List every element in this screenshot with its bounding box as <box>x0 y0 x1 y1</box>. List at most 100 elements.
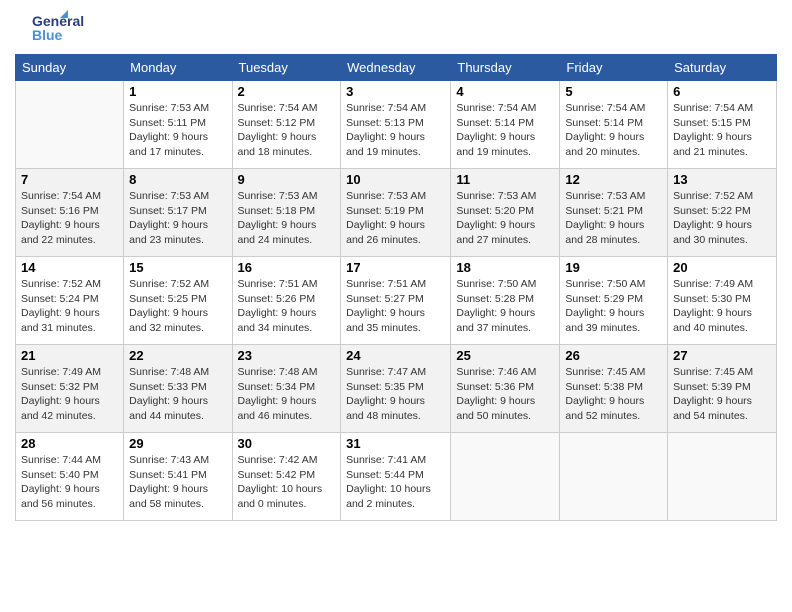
calendar-cell: 30 Sunrise: 7:42 AMSunset: 5:42 PMDayligh… <box>232 433 341 521</box>
day-number: 22 <box>129 348 226 363</box>
calendar-cell: 28 Sunrise: 7:44 AMSunset: 5:40 PMDayligh… <box>16 433 124 521</box>
day-number: 30 <box>238 436 336 451</box>
day-info: Sunrise: 7:41 AMSunset: 5:44 PMDaylight:… <box>346 453 445 512</box>
logo-icon: General Blue <box>15 10 85 46</box>
calendar-cell: 31Sunrise: 7:41 AMSunset: 5:44 PMDayligh… <box>341 433 451 521</box>
calendar-cell <box>668 433 777 521</box>
day-info: Sunrise: 7:48 AMSunset: 5:34 PMDaylight:… <box>238 365 336 424</box>
week-row-3: 14 Sunrise: 7:52 AMSunset: 5:24 PMDayligh… <box>16 257 777 345</box>
day-number: 27 <box>673 348 771 363</box>
day-info: Sunrise: 7:50 AMSunset: 5:29 PMDaylight:… <box>565 277 662 336</box>
day-info: Sunrise: 7:51 AMSunset: 5:27 PMDaylight:… <box>346 277 445 336</box>
calendar-cell: 9 Sunrise: 7:53 AMSunset: 5:18 PMDaylight… <box>232 169 341 257</box>
weekday-header-wednesday: Wednesday <box>341 55 451 81</box>
calendar-cell <box>16 81 124 169</box>
calendar-cell: 18Sunrise: 7:50 AMSunset: 5:28 PMDayligh… <box>451 257 560 345</box>
day-info: Sunrise: 7:54 AMSunset: 5:14 PMDaylight:… <box>565 101 662 160</box>
day-number: 9 <box>238 172 336 187</box>
day-number: 28 <box>21 436 118 451</box>
day-number: 11 <box>456 172 554 187</box>
day-info: Sunrise: 7:52 AMSunset: 5:24 PMDaylight:… <box>21 277 118 336</box>
week-row-5: 28 Sunrise: 7:44 AMSunset: 5:40 PMDayligh… <box>16 433 777 521</box>
day-info: Sunrise: 7:43 AMSunset: 5:41 PMDaylight:… <box>129 453 226 512</box>
calendar-cell: 16 Sunrise: 7:51 AMSunset: 5:26 PMDayligh… <box>232 257 341 345</box>
day-info: Sunrise: 7:54 AMSunset: 5:16 PMDaylight:… <box>21 189 118 248</box>
calendar-cell: 11 Sunrise: 7:53 AMSunset: 5:20 PMDayligh… <box>451 169 560 257</box>
calendar-cell: 24 Sunrise: 7:47 AMSunset: 5:35 PMDayligh… <box>341 345 451 433</box>
day-number: 2 <box>238 84 336 99</box>
day-number: 4 <box>456 84 554 99</box>
day-info: Sunrise: 7:42 AMSunset: 5:42 PMDaylight:… <box>238 453 336 512</box>
day-number: 24 <box>346 348 445 363</box>
week-row-1: 1 Sunrise: 7:53 AMSunset: 5:11 PMDaylight… <box>16 81 777 169</box>
svg-text:Blue: Blue <box>32 27 63 43</box>
calendar-cell: 8Sunrise: 7:53 AMSunset: 5:17 PMDaylight… <box>124 169 232 257</box>
weekday-header-saturday: Saturday <box>668 55 777 81</box>
calendar-cell: 19 Sunrise: 7:50 AMSunset: 5:29 PMDayligh… <box>560 257 668 345</box>
day-number: 16 <box>238 260 336 275</box>
calendar-cell: 3Sunrise: 7:54 AMSunset: 5:13 PMDaylight… <box>341 81 451 169</box>
calendar-cell <box>451 433 560 521</box>
day-number: 29 <box>129 436 226 451</box>
day-info: Sunrise: 7:53 AMSunset: 5:18 PMDaylight:… <box>238 189 336 248</box>
calendar-cell: 27 Sunrise: 7:45 AMSunset: 5:39 PMDayligh… <box>668 345 777 433</box>
week-row-2: 7 Sunrise: 7:54 AMSunset: 5:16 PMDaylight… <box>16 169 777 257</box>
calendar-cell: 4Sunrise: 7:54 AMSunset: 5:14 PMDaylight… <box>451 81 560 169</box>
day-number: 18 <box>456 260 554 275</box>
day-number: 13 <box>673 172 771 187</box>
day-info: Sunrise: 7:44 AMSunset: 5:40 PMDaylight:… <box>21 453 118 512</box>
day-number: 10 <box>346 172 445 187</box>
day-number: 1 <box>129 84 226 99</box>
day-number: 15 <box>129 260 226 275</box>
day-number: 6 <box>673 84 771 99</box>
day-info: Sunrise: 7:53 AMSunset: 5:19 PMDaylight:… <box>346 189 445 248</box>
calendar-cell: 23Sunrise: 7:48 AMSunset: 5:34 PMDayligh… <box>232 345 341 433</box>
calendar-cell: 13 Sunrise: 7:52 AMSunset: 5:22 PMDayligh… <box>668 169 777 257</box>
day-info: Sunrise: 7:54 AMSunset: 5:15 PMDaylight:… <box>673 101 771 160</box>
day-info: Sunrise: 7:53 AMSunset: 5:21 PMDaylight:… <box>565 189 662 248</box>
day-number: 17 <box>346 260 445 275</box>
calendar-cell: 2Sunrise: 7:54 AMSunset: 5:12 PMDaylight… <box>232 81 341 169</box>
day-number: 8 <box>129 172 226 187</box>
day-info: Sunrise: 7:45 AMSunset: 5:39 PMDaylight:… <box>673 365 771 424</box>
calendar-cell: 10 Sunrise: 7:53 AMSunset: 5:19 PMDayligh… <box>341 169 451 257</box>
day-info: Sunrise: 7:48 AMSunset: 5:33 PMDaylight:… <box>129 365 226 424</box>
calendar-cell: 1 Sunrise: 7:53 AMSunset: 5:11 PMDaylight… <box>124 81 232 169</box>
day-number: 20 <box>673 260 771 275</box>
weekday-header-tuesday: Tuesday <box>232 55 341 81</box>
day-info: Sunrise: 7:47 AMSunset: 5:35 PMDaylight:… <box>346 365 445 424</box>
day-info: Sunrise: 7:54 AMSunset: 5:13 PMDaylight:… <box>346 101 445 160</box>
calendar-cell: 17 Sunrise: 7:51 AMSunset: 5:27 PMDayligh… <box>341 257 451 345</box>
day-info: Sunrise: 7:49 AMSunset: 5:30 PMDaylight:… <box>673 277 771 336</box>
page-header: General Blue <box>15 10 777 46</box>
calendar-table: SundayMondayTuesdayWednesdayThursdayFrid… <box>15 54 777 521</box>
day-number: 5 <box>565 84 662 99</box>
day-info: Sunrise: 7:45 AMSunset: 5:38 PMDaylight:… <box>565 365 662 424</box>
calendar-cell: 25 Sunrise: 7:46 AMSunset: 5:36 PMDayligh… <box>451 345 560 433</box>
day-info: Sunrise: 7:53 AMSunset: 5:11 PMDaylight:… <box>129 101 226 160</box>
calendar-cell: 14 Sunrise: 7:52 AMSunset: 5:24 PMDayligh… <box>16 257 124 345</box>
calendar-cell: 20 Sunrise: 7:49 AMSunset: 5:30 PMDayligh… <box>668 257 777 345</box>
week-row-4: 21Sunrise: 7:49 AMSunset: 5:32 PMDayligh… <box>16 345 777 433</box>
calendar-cell: 6 Sunrise: 7:54 AMSunset: 5:15 PMDaylight… <box>668 81 777 169</box>
weekday-header-sunday: Sunday <box>16 55 124 81</box>
day-info: Sunrise: 7:52 AMSunset: 5:22 PMDaylight:… <box>673 189 771 248</box>
day-number: 12 <box>565 172 662 187</box>
day-number: 7 <box>21 172 118 187</box>
day-info: Sunrise: 7:52 AMSunset: 5:25 PMDaylight:… <box>129 277 226 336</box>
day-info: Sunrise: 7:53 AMSunset: 5:20 PMDaylight:… <box>456 189 554 248</box>
calendar-cell: 22 Sunrise: 7:48 AMSunset: 5:33 PMDayligh… <box>124 345 232 433</box>
day-info: Sunrise: 7:49 AMSunset: 5:32 PMDaylight:… <box>21 365 118 424</box>
logo: General Blue <box>15 10 89 46</box>
day-info: Sunrise: 7:46 AMSunset: 5:36 PMDaylight:… <box>456 365 554 424</box>
weekday-header-monday: Monday <box>124 55 232 81</box>
calendar-cell: 5 Sunrise: 7:54 AMSunset: 5:14 PMDaylight… <box>560 81 668 169</box>
day-info: Sunrise: 7:51 AMSunset: 5:26 PMDaylight:… <box>238 277 336 336</box>
day-number: 19 <box>565 260 662 275</box>
weekday-header-thursday: Thursday <box>451 55 560 81</box>
weekday-header-friday: Friday <box>560 55 668 81</box>
calendar-cell: 15 Sunrise: 7:52 AMSunset: 5:25 PMDayligh… <box>124 257 232 345</box>
day-number: 25 <box>456 348 554 363</box>
day-number: 14 <box>21 260 118 275</box>
calendar-cell: 7 Sunrise: 7:54 AMSunset: 5:16 PMDaylight… <box>16 169 124 257</box>
